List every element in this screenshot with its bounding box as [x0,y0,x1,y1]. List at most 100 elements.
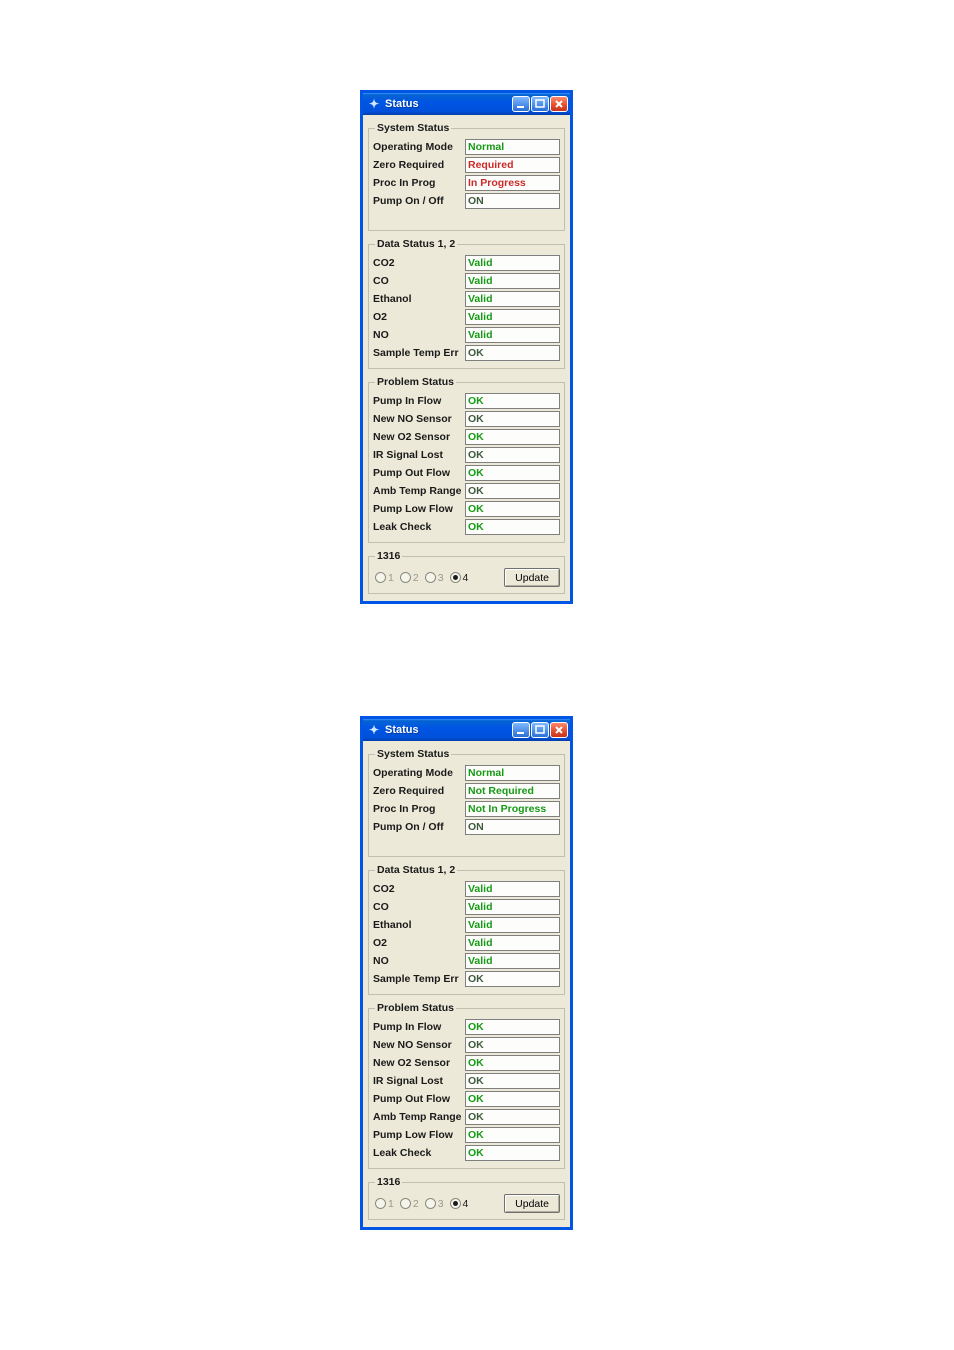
status-row: Pump Out FlowOK [373,1090,560,1108]
radio-icon [450,572,461,583]
radio-option-4[interactable]: 4 [450,572,469,584]
app-icon: ✦ [367,723,381,737]
row-label: New O2 Sensor [373,431,465,443]
radio-icon [375,1198,386,1209]
row-value: Valid [465,291,560,307]
titlebar[interactable]: ✦ Status [363,719,570,741]
maximize-icon[interactable] [531,96,549,112]
data-status-group: Data Status 1, 2 CO2Valid COValid Ethano… [368,238,565,369]
status-row: New NO SensorOK [373,1036,560,1054]
status-row: COValid [373,272,560,290]
row-value: Valid [465,309,560,325]
close-icon[interactable] [550,96,568,112]
group-legend: Data Status 1, 2 [375,864,457,876]
radio-icon [400,572,411,583]
status-row: IR Signal LostOK [373,1072,560,1090]
row-label: IR Signal Lost [373,1075,465,1087]
row-label: Pump In Flow [373,395,465,407]
row-value: OK [465,465,560,481]
status-row: EthanolValid [373,916,560,934]
row-value: Valid [465,899,560,915]
row-label: Ethanol [373,293,465,305]
status-row: Pump In FlowOK [373,392,560,410]
radio-option-3[interactable]: 3 [425,572,444,584]
row-label: CO2 [373,883,465,895]
radio-icon [400,1198,411,1209]
row-value: In Progress [465,175,560,191]
client-area: System Status Operating ModeNormal Zero … [363,741,570,1227]
row-label: Proc In Prog [373,177,465,189]
radio-icon [425,1198,436,1209]
row-value: Valid [465,881,560,897]
radio-label: 3 [438,1198,444,1210]
radio-label: 1 [388,1198,394,1210]
row-label: Sample Temp Err [373,347,465,359]
status-row: New O2 SensorOK [373,1054,560,1072]
row-label: Pump Out Flow [373,1093,465,1105]
status-window: ✦ Status System Status Operating ModeNor… [360,716,573,1230]
radio-label: 3 [438,572,444,584]
update-button[interactable]: Update [504,1194,560,1213]
radio-icon [425,572,436,583]
system-status-group: System Status Operating ModeNormal Zero … [368,748,565,857]
row-label: Amb Temp Range [373,485,465,497]
row-value: OK [465,1055,560,1071]
row-label: Amb Temp Range [373,1111,465,1123]
status-row: Amb Temp RangeOK [373,1108,560,1126]
row-value: Valid [465,327,560,343]
row-label: CO [373,901,465,913]
radio-option-4[interactable]: 4 [450,1198,469,1210]
window-title: Status [385,98,512,110]
row-label: CO [373,275,465,287]
row-label: Proc In Prog [373,803,465,815]
row-label: Operating Mode [373,767,465,779]
row-label: CO2 [373,257,465,269]
row-label: Ethanol [373,919,465,931]
status-row: Operating ModeNormal [373,764,560,782]
radio-icon [450,1198,461,1209]
status-row: O2Valid [373,308,560,326]
footer-group: 1316 1 2 3 4 Update [368,550,565,594]
row-value: OK [465,1091,560,1107]
status-row: Proc In ProgNot In Progress [373,800,560,818]
radio-option-3[interactable]: 3 [425,1198,444,1210]
row-value: OK [465,411,560,427]
radio-option-1[interactable]: 1 [375,572,394,584]
status-row: Pump On / OffON [373,192,560,210]
radio-option-2[interactable]: 2 [400,1198,419,1210]
row-value: OK [465,429,560,445]
radio-option-2[interactable]: 2 [400,572,419,584]
data-status-group: Data Status 1, 2 CO2Valid COValid Ethano… [368,864,565,995]
row-value: Not Required [465,783,560,799]
row-value: OK [465,393,560,409]
status-row: O2Valid [373,934,560,952]
row-value: OK [465,1127,560,1143]
minimize-icon[interactable] [512,722,530,738]
row-value: OK [465,519,560,535]
row-value: OK [465,345,560,361]
row-value: Normal [465,765,560,781]
row-label: Pump Out Flow [373,467,465,479]
row-label: New NO Sensor [373,1039,465,1051]
radio-option-1[interactable]: 1 [375,1198,394,1210]
row-value: Normal [465,139,560,155]
maximize-icon[interactable] [531,722,549,738]
row-label: Zero Required [373,785,465,797]
row-label: Sample Temp Err [373,973,465,985]
status-row: Zero RequiredRequired [373,156,560,174]
update-button[interactable]: Update [504,568,560,587]
row-label: Pump Low Flow [373,503,465,515]
row-value: OK [465,1019,560,1035]
minimize-icon[interactable] [512,96,530,112]
status-row: Pump Low FlowOK [373,1126,560,1144]
client-area: System Status Operating ModeNormal Zero … [363,115,570,601]
close-icon[interactable] [550,722,568,738]
footer-group: 1316 1 2 3 4 Update [368,1176,565,1220]
group-legend: System Status [375,122,451,134]
row-label: NO [373,955,465,967]
titlebar[interactable]: ✦ Status [363,93,570,115]
row-value: Valid [465,917,560,933]
row-value: OK [465,1073,560,1089]
row-value: ON [465,819,560,835]
status-row: Leak CheckOK [373,1144,560,1162]
